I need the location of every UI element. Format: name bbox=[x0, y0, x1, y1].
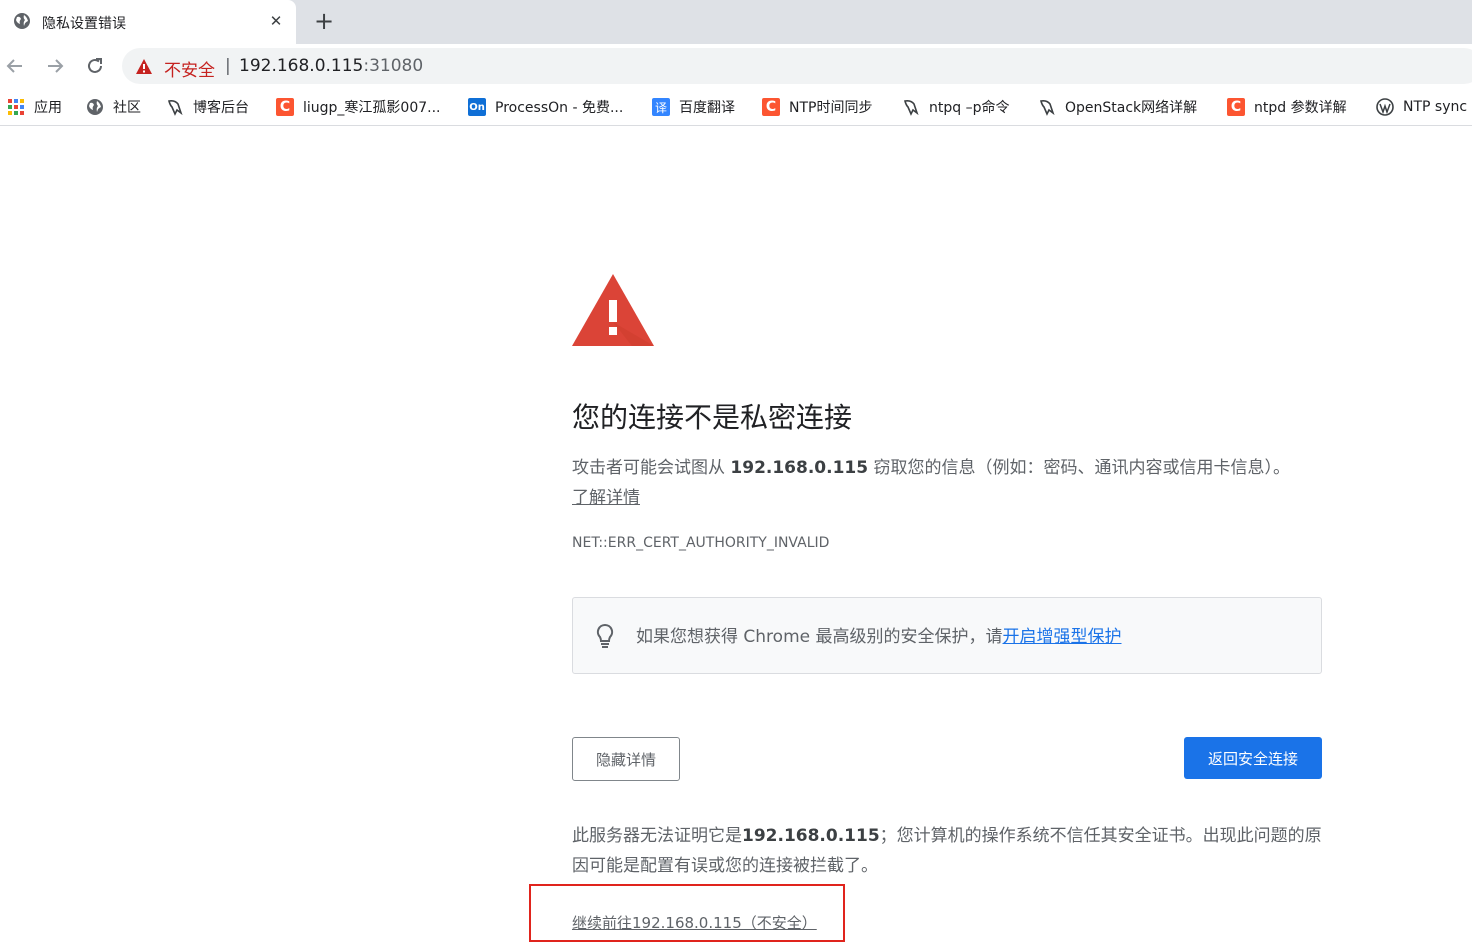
enable-enhanced-protection-link[interactable]: 开启增强型保护 bbox=[1003, 627, 1122, 647]
back-button[interactable] bbox=[2, 53, 28, 79]
bookmark-ntpd[interactable]: C ntpd 参数详解 bbox=[1227, 96, 1347, 118]
bookmark-ntpq[interactable]: ntpq –p命令 bbox=[902, 96, 1009, 118]
bookmark-label: 百度翻译 bbox=[679, 100, 735, 116]
url-text[interactable]: 192.168.0.115:31080 bbox=[239, 56, 423, 76]
bookmark-label: NTP时间同步 bbox=[789, 100, 873, 116]
wordpress-icon bbox=[1376, 98, 1394, 116]
toolbar: 不安全 | 192.168.0.115:31080 bbox=[0, 44, 1472, 88]
explanation-suffix: 窃取您的信息（例如：密码、通讯内容或信用卡信息）。 bbox=[868, 458, 1290, 478]
bookmark-label: 应用 bbox=[34, 100, 62, 116]
learn-more-link[interactable]: 了解详情 bbox=[572, 488, 640, 508]
arrow-left-icon bbox=[6, 59, 22, 73]
csdn-tool-icon bbox=[1040, 100, 1055, 116]
csdn-c-icon: C bbox=[762, 98, 780, 116]
url-port: :31080 bbox=[363, 56, 424, 76]
address-bar[interactable]: 不安全 | 192.168.0.115:31080 bbox=[122, 48, 1472, 84]
bookmark-ntp-sync-wp[interactable]: NTP sync bbox=[1376, 96, 1467, 118]
bookmark-label: OpenStack网络详解 bbox=[1065, 100, 1198, 116]
bookmark-liugp[interactable]: C liugp_寒江孤影007... bbox=[276, 96, 441, 118]
bookmarks-bar: 应用 社区 博客后台 C liugp_寒江孤影007... On Process… bbox=[0, 88, 1472, 126]
processon-icon: On bbox=[468, 98, 486, 116]
bookmark-label: ntpq –p命令 bbox=[929, 100, 1010, 116]
hide-details-button[interactable]: 隐藏详情 bbox=[572, 737, 680, 781]
promo-message: 如果您想获得 Chrome 最高级别的安全保护，请 bbox=[636, 627, 1003, 647]
details-prefix: 此服务器无法证明它是 bbox=[572, 826, 742, 846]
omnibox-separator: | bbox=[225, 56, 231, 76]
error-code: NET::ERR_CERT_AUTHORITY_INVALID bbox=[572, 535, 830, 551]
tab-strip: 隐私设置错误 ✕ + bbox=[0, 0, 1472, 44]
details-host: 192.168.0.115 bbox=[742, 826, 880, 846]
explanation-prefix: 攻击者可能会试图从 bbox=[572, 458, 731, 478]
bookmark-processon[interactable]: On ProcessOn - 免费... bbox=[468, 96, 623, 118]
bookmark-openstack[interactable]: OpenStack网络详解 bbox=[1038, 96, 1197, 118]
bookmark-blog-admin[interactable]: 博客后台 bbox=[166, 96, 249, 118]
bookmark-community[interactable]: 社区 bbox=[86, 96, 141, 118]
bookmark-label: 社区 bbox=[113, 100, 141, 116]
bookmark-label: ntpd 参数详解 bbox=[1254, 100, 1347, 116]
warning-icon bbox=[136, 59, 152, 74]
bookmark-baidu-translate[interactable]: 译 百度翻译 bbox=[652, 96, 735, 118]
tab-active[interactable]: 隐私设置错误 ✕ bbox=[0, 0, 296, 44]
bookmark-label: liugp_寒江孤影007... bbox=[303, 100, 441, 116]
explanation-host: 192.168.0.115 bbox=[730, 458, 869, 478]
page-title: 您的连接不是私密连接 bbox=[572, 401, 853, 434]
details-text: 此服务器无法证明它是192.168.0.115；您计算机的操作系统不信任其安全证… bbox=[572, 821, 1322, 881]
back-to-safety-button[interactable]: 返回安全连接 bbox=[1184, 737, 1322, 779]
reload-button[interactable] bbox=[82, 53, 108, 79]
csdn-c-icon: C bbox=[1227, 98, 1245, 116]
promo-text: 如果您想获得 Chrome 最高级别的安全保护，请开启增强型保护 bbox=[636, 622, 1122, 647]
csdn-tool-icon bbox=[904, 100, 919, 116]
annotation-highlight-box bbox=[529, 884, 845, 942]
arrow-right-icon bbox=[48, 59, 64, 73]
forward-button[interactable] bbox=[42, 53, 68, 79]
apps-grid-icon bbox=[8, 99, 24, 115]
lightbulb-icon bbox=[596, 623, 614, 648]
csdn-tool-icon bbox=[168, 100, 183, 116]
new-tab-button[interactable]: + bbox=[312, 9, 336, 33]
bookmark-apps[interactable]: 应用 bbox=[7, 96, 62, 118]
csdn-c-icon: C bbox=[276, 98, 294, 116]
tab-title: 隐私设置错误 bbox=[42, 16, 126, 32]
reload-icon bbox=[88, 58, 102, 73]
explanation-text: 攻击者可能会试图从 192.168.0.115 窃取您的信息（例如：密码、通讯内… bbox=[572, 453, 1302, 513]
bookmark-label: NTP sync bbox=[1403, 99, 1468, 115]
globe-icon bbox=[14, 13, 30, 29]
baidu-translate-icon: 译 bbox=[652, 98, 670, 116]
enhanced-protection-promo: 如果您想获得 Chrome 最高级别的安全保护，请开启增强型保护 bbox=[572, 597, 1322, 674]
bookmark-label: 博客后台 bbox=[193, 100, 249, 116]
bookmark-label: ProcessOn - 免费... bbox=[495, 100, 624, 116]
url-host: 192.168.0.115 bbox=[239, 56, 364, 76]
tab-close-icon[interactable]: ✕ bbox=[266, 11, 286, 31]
security-status-label[interactable]: 不安全 bbox=[164, 56, 215, 81]
globe-icon bbox=[87, 99, 103, 115]
warning-triangle-icon bbox=[572, 274, 654, 346]
bookmark-ntp-sync[interactable]: C NTP时间同步 bbox=[762, 96, 872, 118]
